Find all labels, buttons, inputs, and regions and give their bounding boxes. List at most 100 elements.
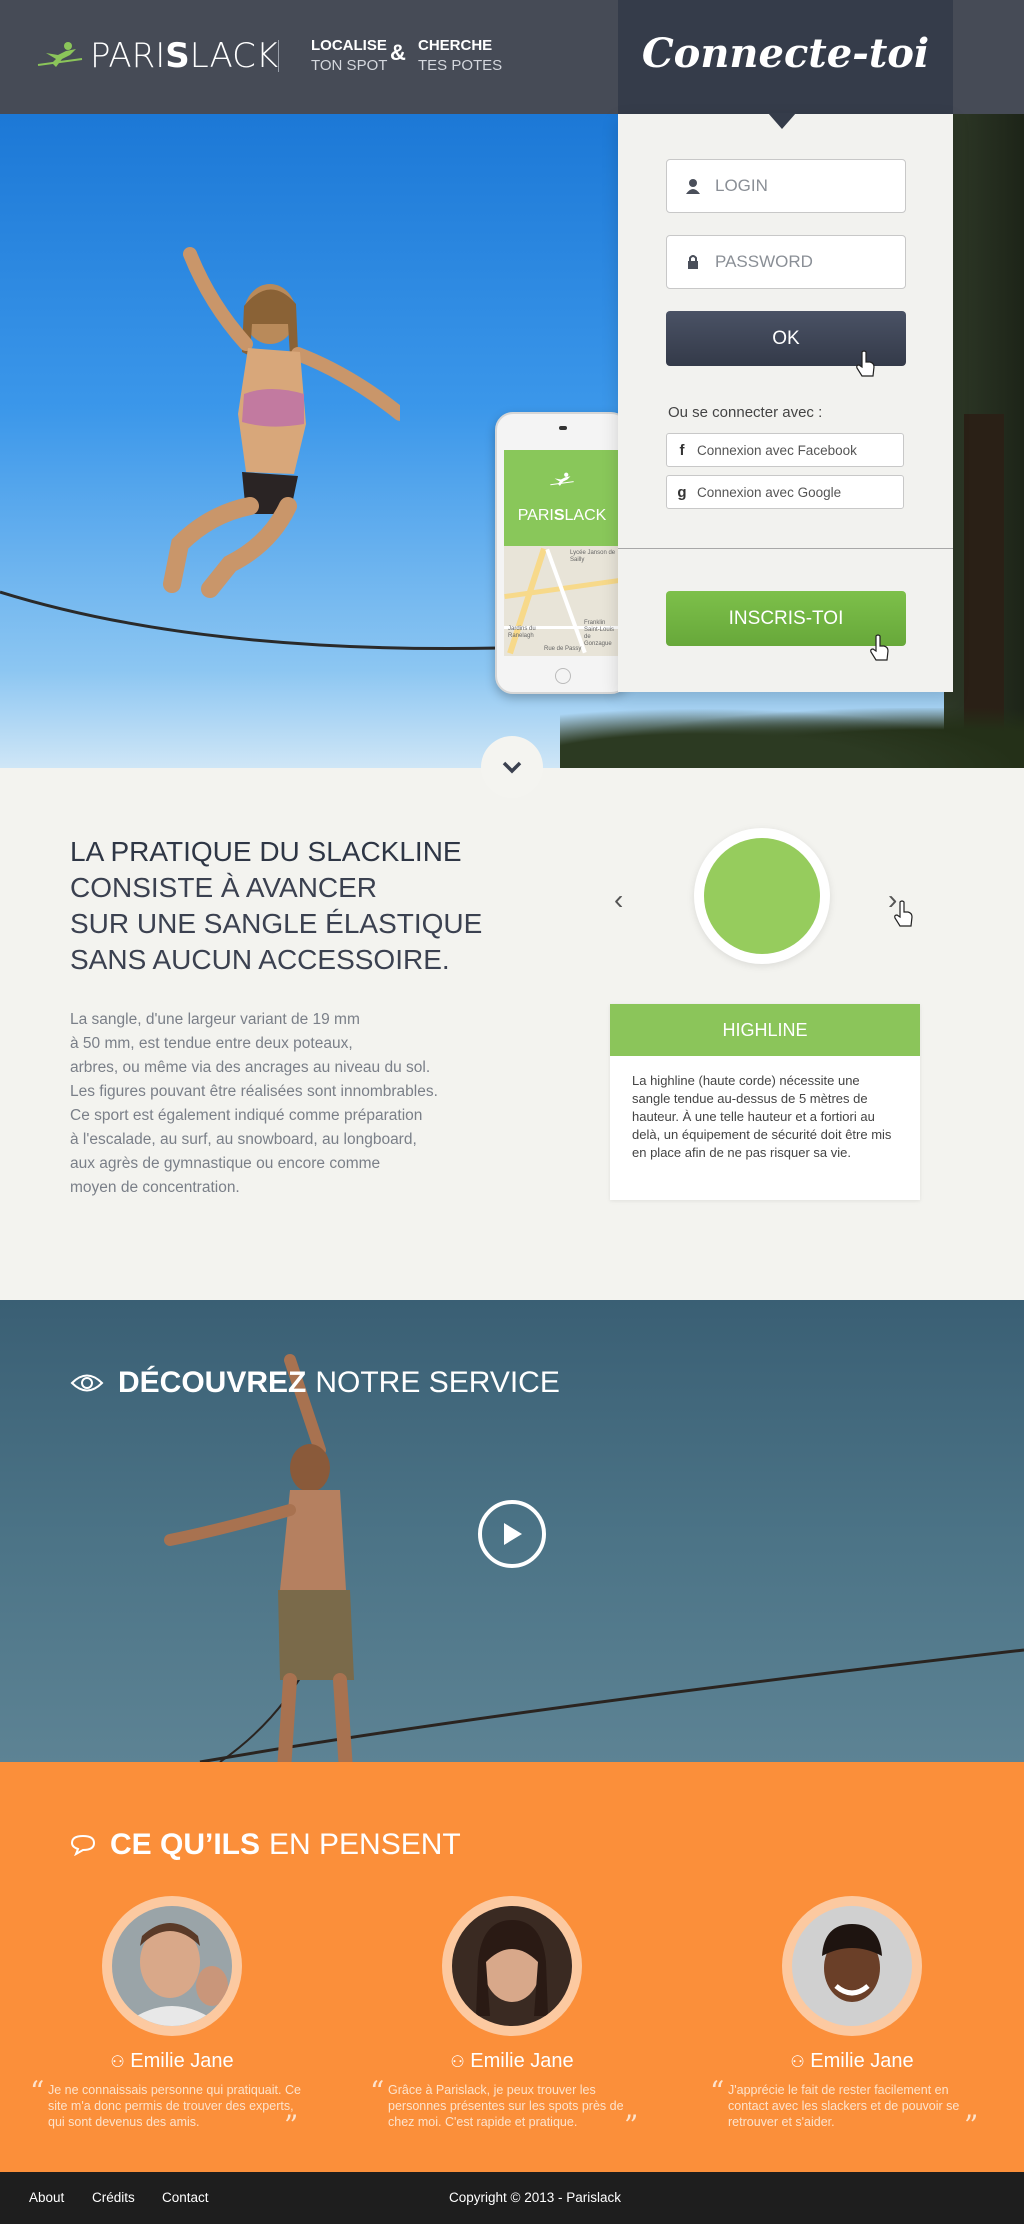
close-quote-icon: ”: [624, 2109, 639, 2142]
map-label-ranelagh: Jardins du Ranelagh: [508, 626, 536, 639]
login-header: Connecte-toi: [618, 0, 953, 114]
testimonial-name: ⚇ Emilie Jane: [110, 2050, 234, 2072]
footer-copyright: Copyright © 2013 - Parislack: [449, 2190, 622, 2205]
slackline-body-line: à l'escalade, au surf, au snowboard, au …: [70, 1131, 417, 1148]
video-section: DÉCOUVREZ NOTRE SERVICE: [0, 1300, 1024, 1762]
speech-bubble-icon: [70, 1834, 96, 1856]
avatar-ring: [782, 1896, 922, 2036]
phone-map: Lycée Janson de Sailly Jardins du Ranela…: [504, 546, 620, 656]
open-quote-icon: “: [370, 2075, 385, 2108]
video-title-rest: NOTRE SERVICE: [315, 1366, 560, 1399]
chevron-left-icon: ‹: [614, 884, 624, 915]
header-divider: [278, 40, 279, 72]
chevron-down-icon: [502, 761, 522, 774]
password-input[interactable]: [715, 252, 895, 272]
testimonial-quote: Je ne connaissais personne qui pratiquai…: [48, 2083, 301, 2129]
google-icon: g: [677, 483, 687, 501]
highline-card-title: HIGHLINE: [610, 1004, 920, 1056]
carousel-circle: [694, 828, 830, 964]
hand-cursor-icon: [894, 900, 913, 927]
user-icon: ⚇: [790, 2054, 805, 2071]
testimonials-title-rest: EN PENSENT: [269, 1828, 461, 1861]
tagline-cherche-sub: TES POTES: [418, 57, 503, 74]
logo-text: PARISLACK: [90, 36, 279, 76]
ok-button-label: OK: [772, 327, 800, 349]
video-title: DÉCOUVREZ NOTRE SERVICE: [70, 1366, 560, 1400]
phone-home-button: [555, 668, 571, 684]
password-field[interactable]: [666, 235, 906, 289]
testimonial-quote: Grâce à Parislack, je peux trouver les p…: [388, 2083, 624, 2129]
eye-icon: [70, 1374, 104, 1392]
video-title-bold: DÉCOUVREZ: [118, 1366, 307, 1399]
hero-slackliner-figure: [163, 247, 400, 598]
slackline-section: LA PRATIQUE DU SLACKLINE CONSISTE À AVAN…: [0, 768, 1024, 1300]
login-divider: [618, 548, 953, 549]
hand-cursor-icon: [856, 350, 875, 377]
slackline-description: La sangle, d'une largeur variant de 19 m…: [70, 1008, 490, 1200]
testimonial-name: ⚇ Emilie Jane: [790, 2050, 914, 2072]
slackline-title-line-4: SANS AUCUN ACCESSOIRE.: [70, 944, 450, 975]
facebook-icon: f: [679, 441, 685, 459]
testimonial-quote: J'apprécie le fait de rester facilement …: [728, 2083, 960, 2129]
open-quote-icon: “: [710, 2075, 725, 2108]
testimonial-name: ⚇ Emilie Jane: [450, 2050, 574, 2072]
phone-mockup: PARISLACK Lycée Janson de Sailly Jardins…: [495, 412, 629, 694]
google-login-label: Connexion avec Google: [697, 484, 842, 500]
avatar: [452, 1906, 572, 2026]
avatar: [792, 1906, 912, 2026]
slackline-body-line: à 50 mm, est tendue entre deux poteaux,: [70, 1035, 353, 1052]
play-icon: [504, 1523, 522, 1545]
avatar: [112, 1906, 232, 2026]
phone-logo-icon: [550, 472, 574, 486]
close-quote-icon: ”: [964, 2109, 979, 2142]
slackline-body-line: arbres, ou même via des ancrages au nive…: [70, 1059, 431, 1076]
phone-screen: PARISLACK Lycée Janson de Sailly Jardins…: [504, 450, 620, 656]
carousel-prev-button[interactable]: ‹: [614, 884, 623, 916]
avatar-ring: [442, 1896, 582, 2036]
slackline-body-line: Les figures pouvant être réalisées sont …: [70, 1083, 438, 1100]
tagline-localise: LOCALISE TON SPOT: [311, 36, 387, 76]
google-login-button[interactable]: g Connexion avec Google: [666, 475, 904, 509]
tagline-cherche-bold: CHERCHE: [418, 37, 493, 54]
login-input[interactable]: [715, 176, 895, 196]
avatar-ring: [102, 1896, 242, 2036]
lock-icon: [688, 255, 698, 269]
map-label-franklin: Franklin Saint-Louis de Gonzague: [584, 620, 615, 647]
user-icon: ⚇: [450, 2054, 465, 2071]
highline-card-text: La highline (haute corde) nécessite une …: [632, 1073, 892, 1160]
map-label-lycee: Lycée Janson de Sailly: [570, 550, 616, 563]
footer-link-contact[interactable]: Contact: [162, 2190, 209, 2205]
hand-cursor-icon: [870, 634, 889, 661]
slackline-title-line-3: SUR UNE SANGLE ÉLASTIQUE: [70, 908, 483, 939]
open-quote-icon: “: [30, 2075, 45, 2108]
highline-card: HIGHLINE La highline (haute corde) néces…: [610, 1004, 920, 1200]
facebook-login-button[interactable]: f Connexion avec Facebook: [666, 433, 904, 467]
phone-brand: PARISLACK: [504, 450, 620, 546]
login-field[interactable]: [666, 159, 906, 213]
tagline-localise-sub: TON SPOT: [311, 57, 388, 74]
login-panel: OK Ou se connecter avec : f Connexion av…: [618, 114, 953, 692]
site-logo[interactable]: PARISLACK: [36, 36, 278, 76]
testimonials-title: CE QU’ILS EN PENSENT: [70, 1828, 461, 1862]
slackline-body-line: Ce sport est également indiqué comme pré…: [70, 1107, 423, 1124]
testimonials-section: CE QU’ILS EN PENSENT ⚇ Emilie Jane “ Je …: [0, 1762, 1024, 2172]
footer-link-about[interactable]: About: [29, 2190, 64, 2205]
slackline-body-line: aux agrès de gymnastique ou encore comme: [70, 1155, 381, 1172]
facebook-login-label: Connexion avec Facebook: [697, 442, 857, 458]
site-header: PARISLACK LOCALISE TON SPOT & CHERCHE TE…: [0, 0, 1024, 114]
footer-link-credits[interactable]: Crédits: [92, 2190, 135, 2205]
video-play-button[interactable]: [478, 1500, 546, 1568]
scroll-down-button[interactable]: [481, 736, 543, 798]
login-title: Connecte-toi: [641, 30, 930, 77]
user-icon: [686, 179, 700, 194]
login-arrow: [768, 113, 796, 129]
close-quote-icon: ”: [284, 2109, 299, 2142]
slackline-body-line: moyen de concentration.: [70, 1179, 240, 1196]
slackline-title-line-2: CONSISTE À AVANCER: [70, 872, 378, 903]
site-footer: About Crédits Contact Copyright © 2013 -…: [0, 2172, 1024, 2224]
testimonials-title-bold: CE QU’ILS: [110, 1828, 261, 1861]
or-connect-text: Ou se connecter avec :: [668, 404, 823, 421]
slackliner-logo-icon: [37, 42, 83, 67]
signup-button-label: INSCRIS-TOI: [728, 607, 844, 629]
tagline-cherche: CHERCHE TES POTES: [418, 36, 502, 76]
